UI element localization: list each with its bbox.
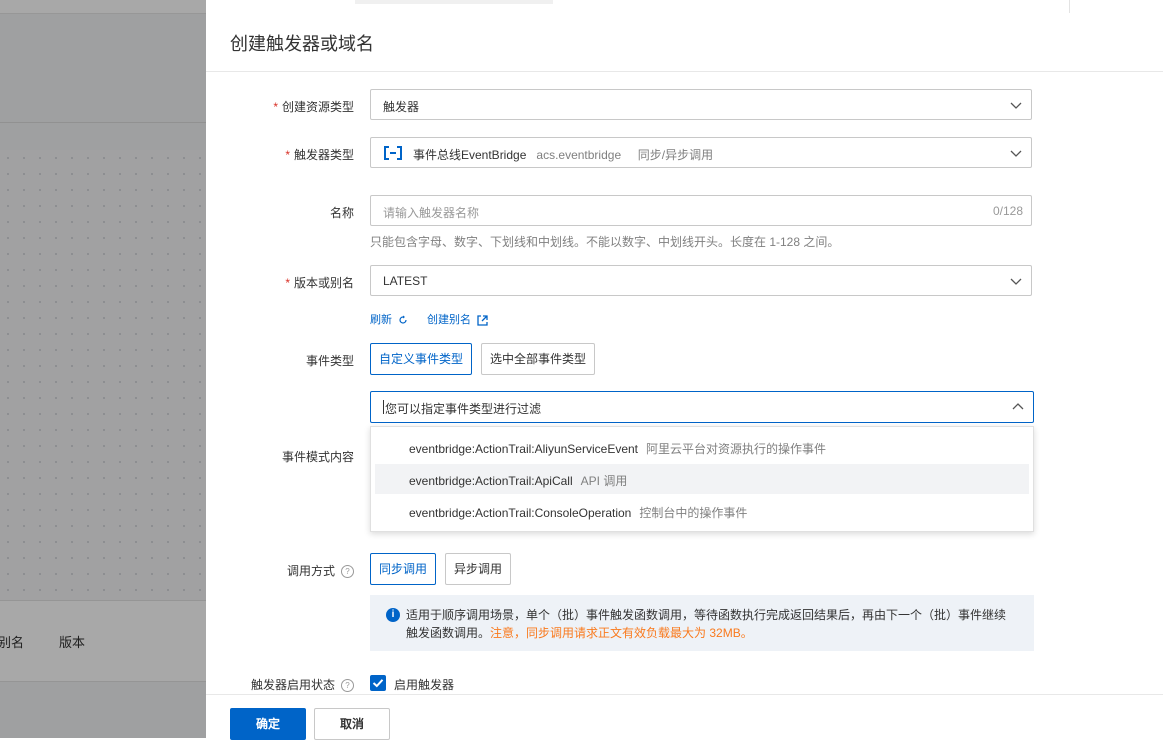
create-alias-link[interactable]: 创建别名 (427, 311, 488, 327)
async-invoke-button[interactable]: 异步调用 (445, 553, 512, 585)
enable-trigger-label: 启用触发器 (394, 678, 455, 692)
help-icon[interactable]: ? (341, 565, 354, 579)
name-label: 名称 (329, 206, 354, 220)
chevron-down-icon (1009, 146, 1023, 160)
refresh-icon (399, 315, 407, 324)
version-select[interactable]: LATEST (370, 265, 1032, 296)
resource-type-value: 触发器 (383, 100, 420, 114)
header-divider (206, 71, 1163, 72)
event-filter-placeholder: 您可以指定事件类型进行过滤 (385, 402, 542, 416)
chevron-up-icon (1011, 400, 1025, 414)
drawer-title: 创建触发器或域名 (230, 34, 374, 54)
dropdown-option[interactable]: eventbridge:ActionTrail:ConsoleOperation… (375, 496, 1029, 526)
drawer-footer: 确定 取消 (206, 694, 1163, 740)
invoke-mode-notice: i 适用于顺序调用场景，单个（批）事件触发函数调用，等待函数执行完成返回结果后，… (370, 595, 1034, 651)
trigger-type-value: 事件总线EventBridge acs.eventbridge 同步/异步调用 (413, 148, 714, 162)
required-mark: * (285, 276, 290, 290)
event-type-filter-select[interactable]: 您可以指定事件类型进行过滤 (370, 391, 1034, 423)
version-label: * 版本或别名 (285, 276, 354, 290)
cancel-button[interactable]: 取消 (314, 708, 390, 740)
custom-event-type-button[interactable]: 自定义事件类型 (370, 343, 473, 375)
top-search-box (355, 0, 553, 4)
help-icon[interactable]: ? (341, 679, 354, 693)
external-link-icon (477, 314, 488, 326)
modal-overlay[interactable] (0, 0, 206, 738)
event-pattern-label: 事件模式内容 (281, 450, 354, 464)
top-bar-divider (1069, 0, 1070, 13)
text-cursor (383, 400, 384, 414)
sync-invoke-button[interactable]: 同步调用 (370, 553, 437, 585)
create-trigger-drawer: 创建触发器或域名 * 创建资源类型 触发器 * 触发器类型 事件总线EventBri… (206, 13, 1163, 740)
version-value: LATEST (383, 274, 428, 288)
name-hint: 只能包含字母、数字、下划线和中划线。不能以数字、中划线开头。长度在 1-128 … (370, 235, 840, 249)
required-mark: * (285, 148, 290, 162)
event-type-label: 事件类型 (305, 354, 354, 368)
dropdown-option[interactable]: eventbridge:ActionTrail:AliyunServiceEve… (375, 432, 1029, 462)
notice-text: 适用于顺序调用场景，单个（批）事件触发函数调用，等待函数执行完成返回结果后，再由… (406, 608, 1007, 640)
resource-type-select[interactable]: 触发器 (370, 89, 1032, 120)
trigger-name-input[interactable]: 请输入触发器名称 0/128 (370, 195, 1032, 226)
info-icon: i (386, 608, 400, 622)
confirm-button[interactable]: 确定 (230, 708, 306, 740)
resource-type-label: * 创建资源类型 (273, 100, 354, 114)
name-char-counter: 0/128 (992, 204, 1023, 218)
eventbridge-icon (383, 145, 403, 161)
name-placeholder: 请输入触发器名称 (383, 206, 480, 220)
dropdown-option[interactable]: eventbridge:ActionTrail:ApiCall API 调用 (375, 464, 1029, 494)
trigger-type-label: * 触发器类型 (285, 148, 354, 162)
chevron-down-icon (1009, 98, 1023, 112)
invoke-mode-label: 调用方式? (287, 562, 354, 579)
check-icon (372, 679, 384, 688)
enable-trigger-checkbox[interactable] (370, 675, 386, 691)
event-type-dropdown: eventbridge:ActionTrail:AliyunServiceEve… (370, 426, 1034, 532)
notice-warning: 注意，同步调用请求正文有效负载最大为 32MB。 (490, 626, 753, 640)
required-mark: * (273, 100, 278, 114)
select-all-event-types-button[interactable]: 选中全部事件类型 (481, 343, 596, 375)
refresh-link[interactable]: 刷新 (370, 311, 408, 327)
chevron-down-icon (1009, 274, 1023, 288)
trigger-status-label: 触发器启用状态? (251, 676, 354, 693)
trigger-type-select[interactable]: 事件总线EventBridge acs.eventbridge 同步/异步调用 (370, 137, 1032, 168)
